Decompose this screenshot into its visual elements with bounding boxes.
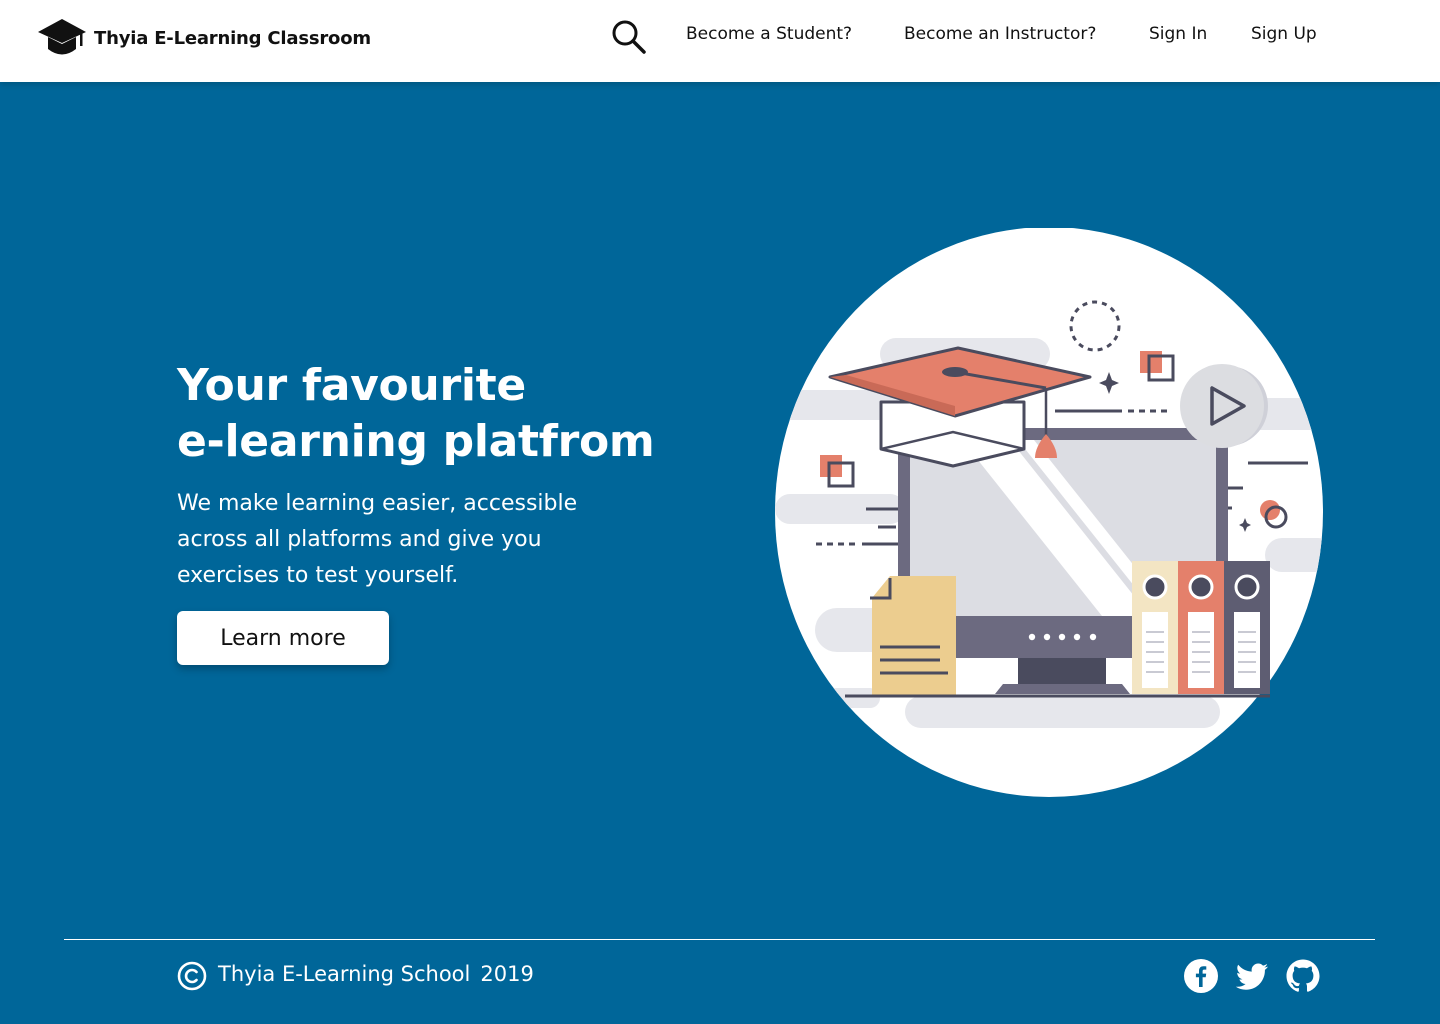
nav-become-instructor-link[interactable]: Become an Instructor? — [904, 24, 1096, 44]
copyright-year: 2019 — [480, 962, 534, 986]
graduation-cap-icon — [38, 19, 86, 55]
twitter-icon[interactable] — [1234, 958, 1270, 994]
learn-more-button[interactable]: Learn more — [177, 611, 389, 665]
brand-name: Thyia E-Learning Classroom — [94, 27, 371, 49]
github-icon[interactable] — [1285, 958, 1321, 994]
hero-description: We make learning easier, accessible acro… — [177, 491, 578, 588]
search-icon[interactable] — [610, 18, 648, 56]
nav-sign-in-link[interactable]: Sign In — [1149, 24, 1207, 44]
top-navbar: Thyia E-Learning Classroom Become a Stud… — [0, 0, 1440, 82]
elearning-illustration — [775, 228, 1323, 797]
copyright-school-name: Thyia E-Learning School — [218, 962, 471, 986]
hero-title-line-2: e-learning platfrom — [177, 416, 655, 467]
copyright-icon — [177, 961, 207, 991]
hero-title-line-1: Your favourite — [177, 360, 526, 411]
nav-become-student-link[interactable]: Become a Student? — [686, 24, 852, 44]
brand-logo-link[interactable]: Thyia E-Learning Classroom — [36, 16, 371, 60]
footer-divider — [64, 939, 1375, 940]
copyright-text: Thyia E-Learning School 2019 — [218, 962, 534, 986]
facebook-icon[interactable] — [1183, 958, 1219, 994]
hero-title: Your favourite e-learning platfrom — [177, 358, 737, 470]
nav-sign-up-link[interactable]: Sign Up — [1251, 24, 1317, 44]
